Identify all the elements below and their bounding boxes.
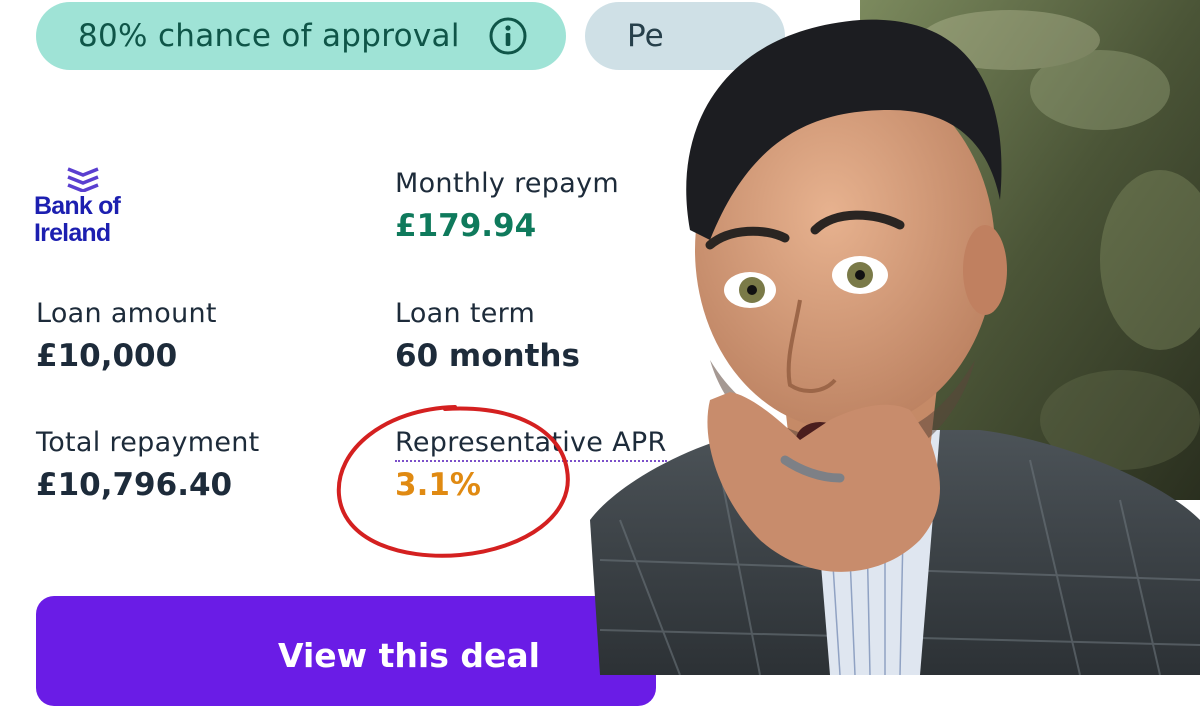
loan-amount-value: £10,000 (36, 338, 178, 374)
loan-term-value: 60 months (395, 338, 580, 374)
bank-of-ireland-logo: Bank of Ireland (34, 166, 144, 246)
surprised-man-illustration (590, 0, 1200, 675)
monthly-repayment-value: £179.94 (395, 208, 537, 244)
approval-chance-badge: 80% chance of approval (36, 2, 566, 70)
bank-name-line2: Ireland (34, 219, 111, 247)
bank-logo-chevrons-icon (67, 167, 99, 192)
loan-term-label: Loan term (395, 298, 536, 329)
total-repayment-label: Total repayment (36, 427, 260, 458)
representative-apr-value: 3.1% (395, 467, 481, 503)
view-deal-label: View this deal (278, 636, 540, 675)
loan-amount-label: Loan amount (36, 298, 217, 329)
bank-name-line1: Bank of (34, 192, 121, 220)
approval-chance-text: 80% chance of approval (78, 18, 460, 54)
person-photo (560, 0, 1200, 675)
info-icon[interactable] (488, 16, 528, 56)
total-repayment-value: £10,796.40 (36, 467, 233, 503)
